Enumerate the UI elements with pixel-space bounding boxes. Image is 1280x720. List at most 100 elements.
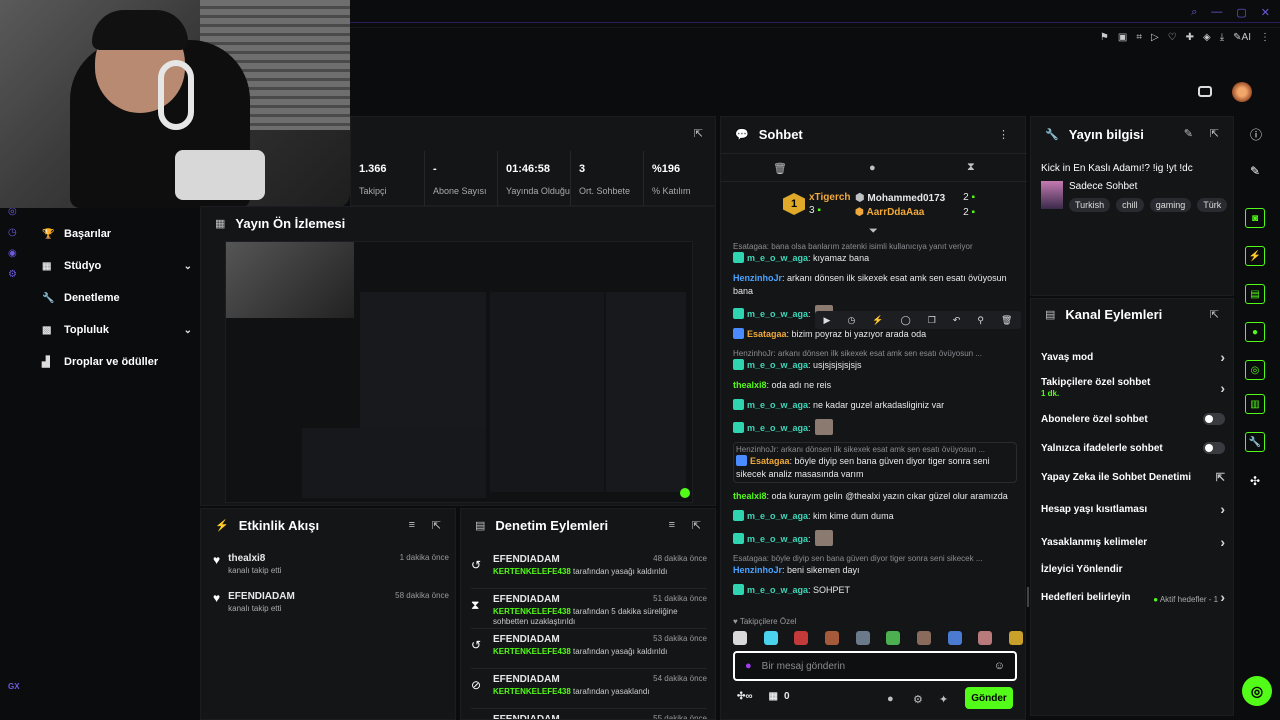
chat-username[interactable]: m_e_o_w_aga [747,423,808,433]
chat-username[interactable]: m_e_o_w_aga [747,400,808,410]
chat-message[interactable]: m_e_o_w_aga: ne kadar guzel arkadasligin… [733,399,1017,412]
chat-username[interactable]: HenzinhoJr [733,565,782,575]
moderation-user[interactable]: EFENDIADAM [493,554,560,565]
slash-icon[interactable]: ⚡ [872,315,883,326]
nav-item[interactable]: 🔧 Denetleme [42,282,192,314]
filter-icon[interactable]: ≡ [669,519,675,531]
moderation-user[interactable]: EFENDIADAM [493,634,560,645]
emote[interactable] [916,631,931,645]
emoji-icon[interactable]: ☺ [994,660,1005,672]
category-thumbnail[interactable] [1041,181,1063,209]
group-icon[interactable]: ✣ [1250,474,1260,488]
group-icon[interactable]: ✣∞ [737,691,753,702]
chat-input[interactable]: ● Bir mesaj gönderin ☺ [733,651,1017,681]
emote[interactable] [886,631,901,645]
chat-message[interactable]: m_e_o_w_aga: [733,419,1017,435]
chat-message[interactable]: HenzinhoJr: arkanı dönsen ilk sikexek es… [733,348,1017,372]
play-icon[interactable]: ▷ [1151,32,1159,43]
chevron-down-icon[interactable]: ⌄ [184,325,192,336]
download-icon[interactable]: ⤓ [1220,32,1224,43]
reply-context[interactable]: Esatagaa: bana olsa banlarım zatenki isi… [733,241,1017,252]
emote[interactable] [763,631,778,645]
moderation-user[interactable]: EFENDIADAM [493,674,560,685]
heart-icon[interactable]: ♡ [1168,32,1177,43]
chat-message[interactable]: Esatagaa: bana olsa banlarım zatenki isi… [733,241,1017,265]
chat-icon[interactable]: ● [1245,322,1265,342]
reply-context[interactable]: HenzinhoJr: arkanı dönsen ilk sikexek es… [736,444,1014,455]
tag[interactable]: gaming [1149,198,1192,212]
emote[interactable] [814,530,833,546]
emote-icon[interactable]: ✦ [939,693,948,706]
chat-username[interactable]: m_e_o_w_aga [747,534,808,544]
crop-icon[interactable]: ⌗ [1136,32,1142,43]
filter-icon[interactable]: ≡ [409,519,415,531]
moderator-name[interactable]: KERTENKELEFE438 [493,567,571,576]
copy-icon[interactable]: ❐ [928,315,936,326]
moderator-name[interactable]: KERTENKELEFE438 [493,687,571,696]
redirect-viewers-row[interactable]: İzleyici Yönlendir [1041,564,1225,575]
chat-message[interactable]: HenzinhoJr: arkanı dönsen ilk sikexek es… [733,272,1017,298]
popout-icon[interactable]: ⇱ [694,127,703,140]
emote[interactable] [947,631,962,645]
chat-username[interactable]: m_e_o_w_aga [747,309,808,319]
chat-message[interactable]: m_e_o_w_aga: SOHPET [733,584,1017,597]
clock-icon[interactable]: ◷ [8,227,17,238]
chat-username[interactable]: m_e_o_w_aga [747,360,808,370]
slow-mode-row[interactable]: Yavaş mod › [1041,349,1225,365]
chat-username[interactable]: m_e_o_w_aga [747,511,808,521]
shield-icon[interactable]: ◉ [8,248,17,259]
minimize-icon[interactable]: — [1211,6,1222,19]
chat-message[interactable]: thealxi8: oda kurayım gelin @thealxi yaz… [733,490,1017,503]
emote[interactable] [1008,631,1023,645]
pin-icon[interactable]: ⚑ [1100,32,1109,43]
close-icon[interactable]: ✕ [1261,6,1270,19]
avatar[interactable] [1232,82,1252,102]
tag[interactable]: chill [1116,198,1144,212]
subs-toggle[interactable] [1203,413,1225,425]
emote[interactable] [855,631,870,645]
hourglass-icon[interactable]: ⧗ [967,161,975,174]
trash-icon[interactable]: 🗑 [773,162,787,175]
chat-username[interactable]: thealxi8 [733,491,767,501]
chat-username[interactable]: m_e_o_w_aga [747,253,808,263]
scrollbar[interactable] [1027,587,1029,607]
popout-icon[interactable]: ⇱ [432,519,441,532]
screenshot-icon[interactable]: ▣ [1118,32,1127,43]
chat-username[interactable]: m_e_o_w_aga [747,585,808,595]
edit-icon[interactable]: ✎ [1184,127,1193,140]
chat-message[interactable]: Esatagaa: bizim poyraz bi yazıyor arada … [733,328,1017,341]
followers-chat-row[interactable]: Takipçilere özel sohbet 1 dk. › [1041,377,1225,399]
account-age-row[interactable]: Hesap yaşı kısıtlaması › [1041,501,1225,517]
chat-username[interactable]: Esatagaa [747,329,787,339]
maximize-icon[interactable]: ▢ [1236,6,1246,19]
moderator-name[interactable]: KERTENKELEFE438 [493,607,571,616]
chat-message[interactable]: m_e_o_w_aga: [733,530,1017,546]
nav-item[interactable]: ▦ Stüdyo ⌄ [42,250,192,282]
trash-icon[interactable]: 🗑 [1001,315,1012,326]
chat-username[interactable]: HenzinhoJr [733,273,782,283]
more-icon[interactable]: ⋮ [998,128,1009,141]
emote[interactable] [794,631,809,645]
reply-context[interactable]: HenzinhoJr: arkanı dönsen ilk sikexek es… [733,348,1017,359]
preview-video[interactable] [225,241,693,503]
extension-icon[interactable]: ◈ [1203,32,1211,43]
chat-message[interactable]: thealxi8: oda adı ne reis [733,379,1017,392]
chat-bubble-icon[interactable]: ● [887,693,894,705]
reply-context[interactable]: Esatagaa: böyle diyip sen bana güven diy… [733,553,1017,564]
popout-icon[interactable]: ⇱ [692,519,701,532]
search-icon[interactable]: ⌕ [1191,6,1197,19]
chat-message[interactable]: HenzinhoJr: arkanı dönsen ilk sikexek es… [733,442,1017,483]
puzzle-icon[interactable]: ✚ [1186,32,1194,43]
popout-icon[interactable]: ⇱ [1210,308,1219,321]
ai-moderation-row[interactable]: Yapay Zeka ile Sohbet Denetimi ⇱ [1041,471,1225,484]
info-icon[interactable]: ⓘ [1250,126,1262,143]
document-icon[interactable]: ▤ [1245,284,1265,304]
pin-icon[interactable]: ⚲ [977,315,984,326]
chat-input-placeholder[interactable]: Bir mesaj gönderin [762,661,984,672]
category-name[interactable]: Sadece Sohbet [1069,181,1137,192]
nav-item[interactable]: 🏆 Başarılar [42,218,192,250]
media-icon[interactable] [1198,86,1212,97]
tag[interactable]: Turkish [1069,198,1111,212]
emote[interactable] [814,419,833,435]
leader-name[interactable]: Mohammed0173 [867,193,945,204]
